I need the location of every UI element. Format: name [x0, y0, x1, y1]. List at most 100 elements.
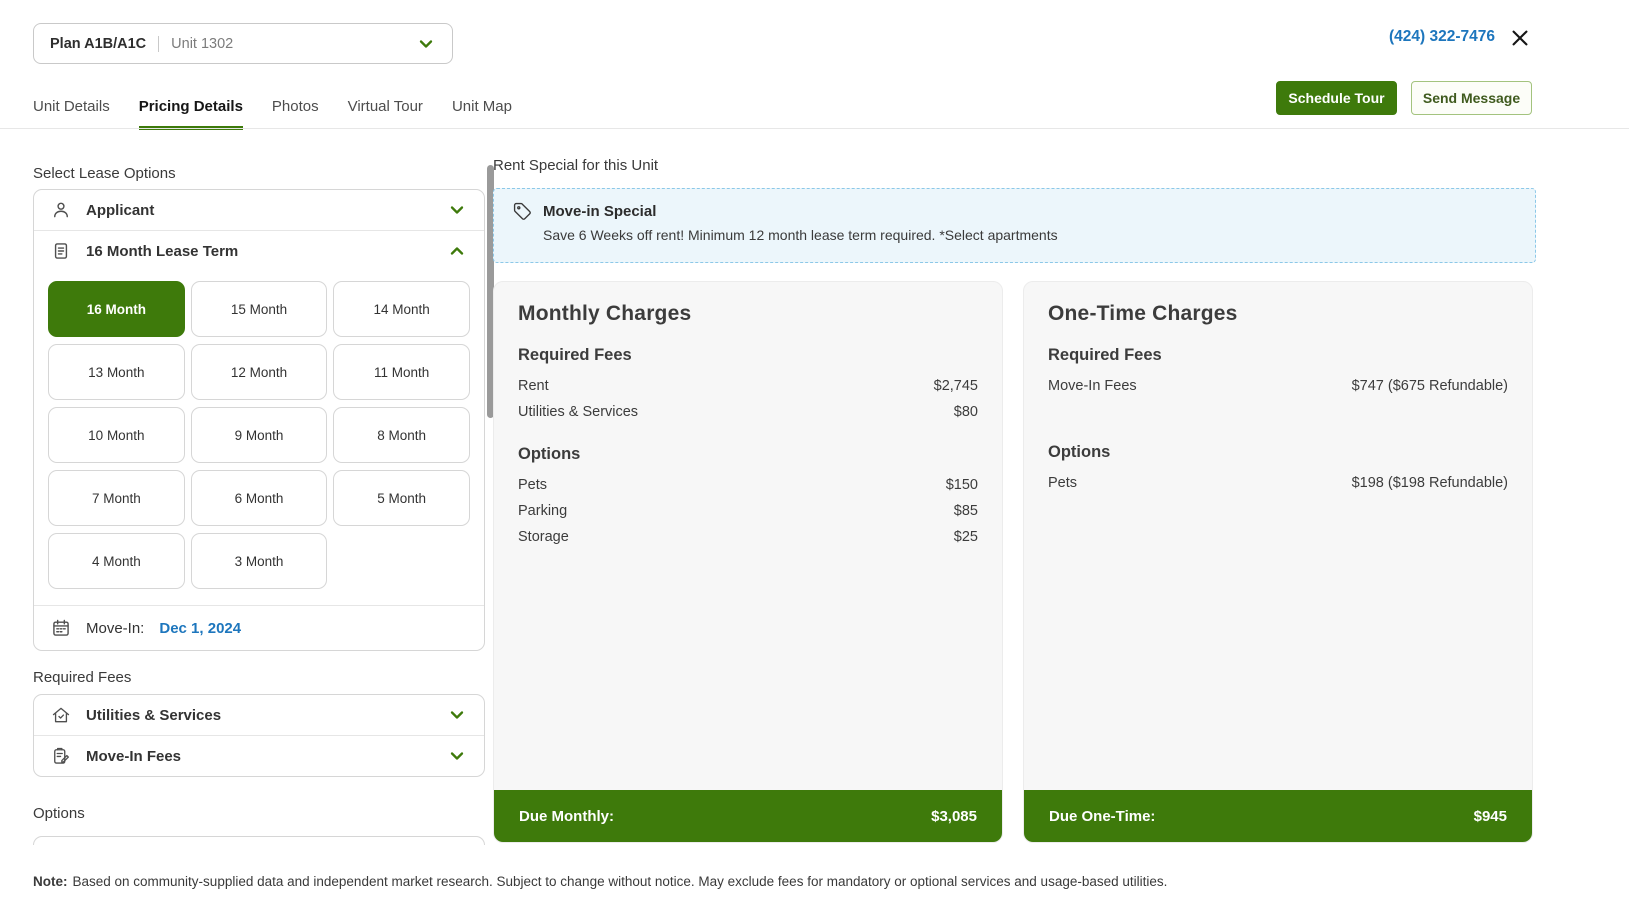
person-icon [51, 200, 71, 220]
required-fees-heading: Required Fees [33, 669, 485, 686]
plan-name: Plan A1B/A1C [50, 36, 146, 52]
term-button-4-month[interactable]: 4 Month [48, 533, 185, 589]
options-card-partial: Parking [33, 836, 485, 845]
term-button-11-month[interactable]: 11 Month [333, 344, 470, 400]
chevron-down-icon [416, 34, 436, 54]
one-time-required-fees-title: Required Fees [1048, 346, 1508, 365]
term-button-3-month[interactable]: 3 Month [191, 533, 328, 589]
one-time-options-title: Options [1048, 443, 1508, 462]
chevron-down-icon [447, 746, 467, 766]
fee-label: Pets [518, 477, 547, 493]
term-button-7-month[interactable]: 7 Month [48, 470, 185, 526]
tab-unit-details[interactable]: Unit Details [33, 98, 110, 130]
lease-options-panel: Select Lease Options Applicant 16 Month … [33, 165, 485, 845]
send-message-button[interactable]: Send Message [1411, 81, 1532, 115]
fee-value: $25 [954, 529, 978, 545]
one-time-charges-card: One-Time Charges Required Fees Move-In F… [1023, 281, 1533, 843]
move-in-label: Move-In: [86, 620, 144, 637]
fee-row-storage: Storage $25 [518, 524, 978, 550]
term-button-9-month[interactable]: 9 Month [191, 407, 328, 463]
term-button-8-month[interactable]: 8 Month [333, 407, 470, 463]
fee-row-utilities: Utilities & Services $80 [518, 399, 978, 425]
rent-special-heading: Rent Special for this Unit [493, 157, 658, 174]
utilities-services-accordion[interactable]: Utilities & Services [34, 695, 484, 735]
lease-term-grid: 16 Month 15 Month 14 Month 13 Month 12 M… [34, 271, 484, 605]
move-in-fees-accordion[interactable]: Move-In Fees [34, 736, 484, 776]
note-label: Note: [33, 874, 68, 889]
special-title: Move-in Special [543, 203, 656, 220]
fee-value: $80 [954, 404, 978, 420]
header-divider [0, 128, 1629, 129]
term-button-6-month[interactable]: 6 Month [191, 470, 328, 526]
chevron-down-icon [447, 705, 467, 725]
tab-unit-map[interactable]: Unit Map [452, 98, 512, 130]
fee-value: $747 ($675 Refundable) [1352, 378, 1508, 394]
clipboard-pencil-icon [51, 746, 71, 766]
fee-row-move-in-fees: Move-In Fees $747 ($675 Refundable) [1048, 373, 1508, 399]
fee-row-parking: Parking $85 [518, 498, 978, 524]
tab-virtual-tour[interactable]: Virtual Tour [348, 98, 423, 130]
due-monthly-bar: Due Monthly: $3,085 [494, 790, 1002, 842]
lease-term-label: 16 Month Lease Term [86, 243, 432, 260]
tab-pricing-details[interactable]: Pricing Details [139, 98, 243, 130]
applicant-accordion[interactable]: Applicant [34, 190, 484, 230]
move-in-fees-label: Move-In Fees [86, 748, 432, 765]
note-text: Based on community-supplied data and ind… [73, 874, 1168, 889]
house-check-icon [51, 705, 71, 725]
fee-value: $2,745 [934, 378, 978, 394]
term-button-15-month[interactable]: 15 Month [191, 281, 328, 337]
fee-label: Storage [518, 529, 569, 545]
spacer [1048, 399, 1508, 423]
term-button-16-month[interactable]: 16 Month [48, 281, 185, 337]
monthly-charges-card: Monthly Charges Required Fees Rent $2,74… [493, 281, 1003, 843]
unit-selector-dropdown[interactable]: Plan A1B/A1C Unit 1302 [33, 23, 453, 64]
term-button-13-month[interactable]: 13 Month [48, 344, 185, 400]
options-heading: Options [33, 805, 485, 822]
term-button-14-month[interactable]: 14 Month [333, 281, 470, 337]
due-one-time-label: Due One-Time: [1049, 808, 1155, 825]
divider [158, 36, 159, 52]
special-description: Save 6 Weeks off rent! Minimum 12 month … [543, 227, 1516, 243]
lease-options-card: Applicant 16 Month Lease Term 16 Month 1… [33, 189, 485, 651]
fee-label: Pets [1048, 475, 1077, 491]
calendar-icon [51, 618, 71, 638]
due-one-time-bar: Due One-Time: $945 [1024, 790, 1532, 842]
fee-value: $85 [954, 503, 978, 519]
term-button-10-month[interactable]: 10 Month [48, 407, 185, 463]
applicant-label: Applicant [86, 202, 432, 219]
utilities-services-label: Utilities & Services [86, 707, 432, 724]
term-button-12-month[interactable]: 12 Month [191, 344, 328, 400]
monthly-options-title: Options [518, 445, 978, 464]
fee-label: Utilities & Services [518, 404, 638, 420]
due-monthly-label: Due Monthly: [519, 808, 614, 825]
fee-label: Rent [518, 378, 549, 394]
due-one-time-value: $945 [1474, 808, 1507, 825]
close-icon[interactable] [1509, 27, 1531, 49]
tab-bar: Unit Details Pricing Details Photos Virt… [33, 98, 512, 130]
document-icon [51, 241, 71, 261]
phone-number-link[interactable]: (424) 322-7476 [1389, 28, 1495, 46]
chevron-up-icon [447, 241, 467, 261]
tag-icon [513, 202, 532, 221]
monthly-charges-title: Monthly Charges [518, 302, 978, 326]
schedule-tour-button[interactable]: Schedule Tour [1276, 81, 1397, 115]
monthly-required-fees-title: Required Fees [518, 346, 978, 365]
tab-photos[interactable]: Photos [272, 98, 319, 130]
term-button-5-month[interactable]: 5 Month [333, 470, 470, 526]
parking-accordion[interactable]: Parking [34, 837, 484, 845]
fee-label: Move-In Fees [1048, 378, 1137, 394]
unit-number: Unit 1302 [171, 36, 416, 52]
fee-row-pets-deposit: Pets $198 ($198 Refundable) [1048, 470, 1508, 496]
fee-row-rent: Rent $2,745 [518, 373, 978, 399]
lease-term-accordion[interactable]: 16 Month Lease Term [34, 231, 484, 271]
due-monthly-value: $3,085 [931, 808, 977, 825]
select-lease-options-heading: Select Lease Options [33, 165, 485, 182]
chevron-down-icon [447, 200, 467, 220]
move-in-special-banner: Move-in Special Save 6 Weeks off rent! M… [493, 188, 1536, 263]
move-in-date-value[interactable]: Dec 1, 2024 [159, 620, 241, 637]
fee-row-pets: Pets $150 [518, 472, 978, 498]
move-in-date-row[interactable]: Move-In: Dec 1, 2024 [34, 605, 484, 650]
fee-value: $198 ($198 Refundable) [1352, 475, 1508, 491]
fee-label: Parking [518, 503, 567, 519]
required-fees-card: Utilities & Services Move-In Fees [33, 694, 485, 777]
